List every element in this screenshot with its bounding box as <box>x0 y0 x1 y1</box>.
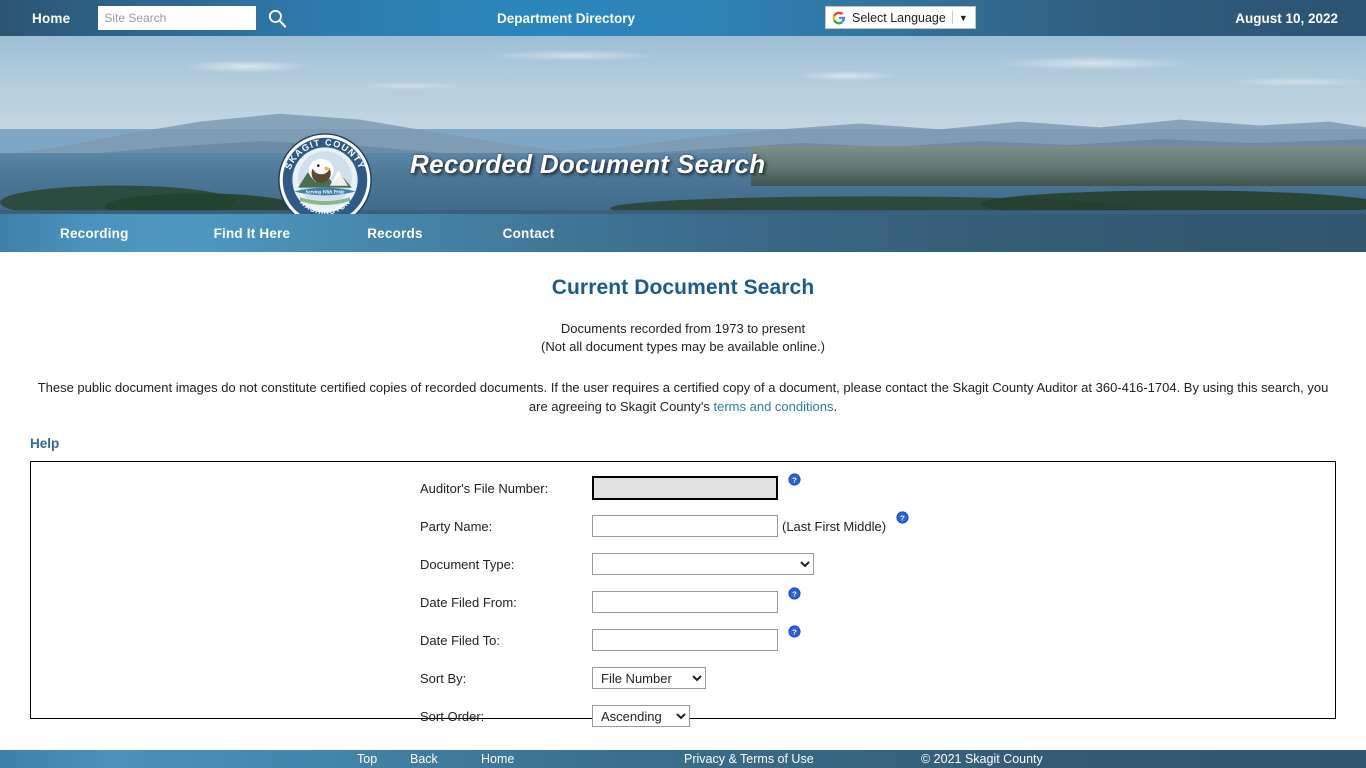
skagit-county-seal-logo: SKAGIT COUNTY WASHINGTON Serving With Pr… <box>278 133 372 214</box>
top-bar: Home Department Directory Select Languag… <box>0 0 1366 36</box>
page-title: Current Document Search <box>551 276 815 299</box>
search-scope-note: Documents recorded from 1973 to present … <box>0 320 1366 356</box>
sort-order-select[interactable]: Ascending <box>592 705 690 727</box>
nav-item-find-it-here[interactable]: Find It Here <box>214 226 291 241</box>
help-icon-auditor-file-number[interactable]: ? <box>788 473 801 486</box>
form-row-document-type: Document Type: <box>420 545 909 583</box>
sort-by-label: Sort By: <box>420 670 467 686</box>
form-row-date-filed-from: Date Filed From: ? <box>420 583 909 621</box>
nav-item-contact[interactable]: Contact <box>503 226 555 241</box>
nav-item-recording[interactable]: Recording <box>60 226 129 241</box>
footer-privacy-link[interactable]: Privacy & Terms of Use <box>684 752 814 766</box>
sort-by-select[interactable]: File Number <box>592 667 706 689</box>
form-row-sort-order: Sort Order: Ascending <box>420 697 909 735</box>
main-navigation: Recording Find It Here Records Contact <box>0 214 1366 252</box>
date-filed-from-label: Date Filed From: <box>420 594 517 610</box>
svg-text:?: ? <box>792 627 797 636</box>
current-date: August 10, 2022 <box>1235 10 1338 26</box>
google-icon <box>832 11 846 24</box>
language-selector[interactable]: Select Language ▼ <box>825 6 976 29</box>
svg-text:?: ? <box>900 513 905 522</box>
date-filed-to-input[interactable] <box>592 629 778 651</box>
site-footer: Top Back Home Privacy & Terms of Use © 2… <box>0 750 1366 768</box>
disclaimer-text: These public document images do not cons… <box>32 378 1334 416</box>
search-form-rows: Auditor's File Number: ? Party Name: (La… <box>420 469 909 735</box>
department-directory-link[interactable]: Department Directory <box>497 11 635 26</box>
help-icon-date-filed-to[interactable]: ? <box>788 625 801 638</box>
disclaimer-text-part1: These public document images do not cons… <box>37 380 1329 414</box>
help-icon-party-name[interactable]: ? <box>896 511 909 524</box>
form-row-auditor-file-number: Auditor's File Number: ? <box>420 469 909 507</box>
sort-order-label: Sort Order: <box>420 708 485 724</box>
main-content: Current Document Search Documents record… <box>0 252 1366 727</box>
chevron-down-icon: ▼ <box>958 12 968 23</box>
party-name-label: Party Name: <box>420 518 493 534</box>
document-type-select[interactable] <box>592 553 814 575</box>
banner-title: Recorded Document Search <box>410 149 766 179</box>
disclaimer-text-part2: . <box>833 399 838 414</box>
search-input[interactable] <box>98 6 257 30</box>
nav-item-records[interactable]: Records <box>367 226 422 241</box>
svg-text:?: ? <box>792 475 797 484</box>
top-home-link[interactable]: Home <box>32 11 70 26</box>
footer-home-link[interactable]: Home <box>481 752 514 766</box>
svg-text:?: ? <box>792 589 797 598</box>
language-separator <box>951 11 953 24</box>
auditor-file-number-input[interactable] <box>592 476 778 500</box>
party-name-input[interactable] <box>592 515 778 537</box>
search-submit-button[interactable] <box>264 5 290 31</box>
form-row-date-filed-to: Date Filed To: ? <box>420 621 909 659</box>
auditor-file-number-label: Auditor's File Number: <box>420 480 549 496</box>
footer-top-link[interactable]: Top <box>357 752 377 766</box>
search-scope-line-2: (Not all document types may be available… <box>541 339 825 354</box>
terms-and-conditions-link[interactable]: terms and conditions <box>714 399 834 414</box>
form-row-sort-by: Sort By: File Number <box>420 659 909 697</box>
site-banner: SKAGIT COUNTY WASHINGTON Serving With Pr… <box>0 36 1366 214</box>
party-name-format-hint: (Last First Middle) <box>782 518 887 534</box>
footer-back-link[interactable]: Back <box>410 752 438 766</box>
footer-copyright: © 2021 Skagit County <box>921 752 1043 766</box>
document-type-label: Document Type: <box>420 556 515 572</box>
search-scope-line-1: Documents recorded from 1973 to present <box>560 321 806 336</box>
language-label: Select Language <box>852 10 946 25</box>
date-filed-from-input[interactable] <box>592 591 778 613</box>
help-icon-date-filed-from[interactable]: ? <box>788 587 801 600</box>
form-row-party-name: Party Name: (Last First Middle) ? <box>420 507 909 545</box>
date-filed-to-label: Date Filed To: <box>420 632 500 648</box>
svg-text:Serving With Pride: Serving With Pride <box>305 190 345 195</box>
search-form-panel: Auditor's File Number: ? Party Name: (La… <box>30 461 1336 727</box>
help-link[interactable]: Help <box>30 436 59 451</box>
search-icon <box>269 9 287 28</box>
